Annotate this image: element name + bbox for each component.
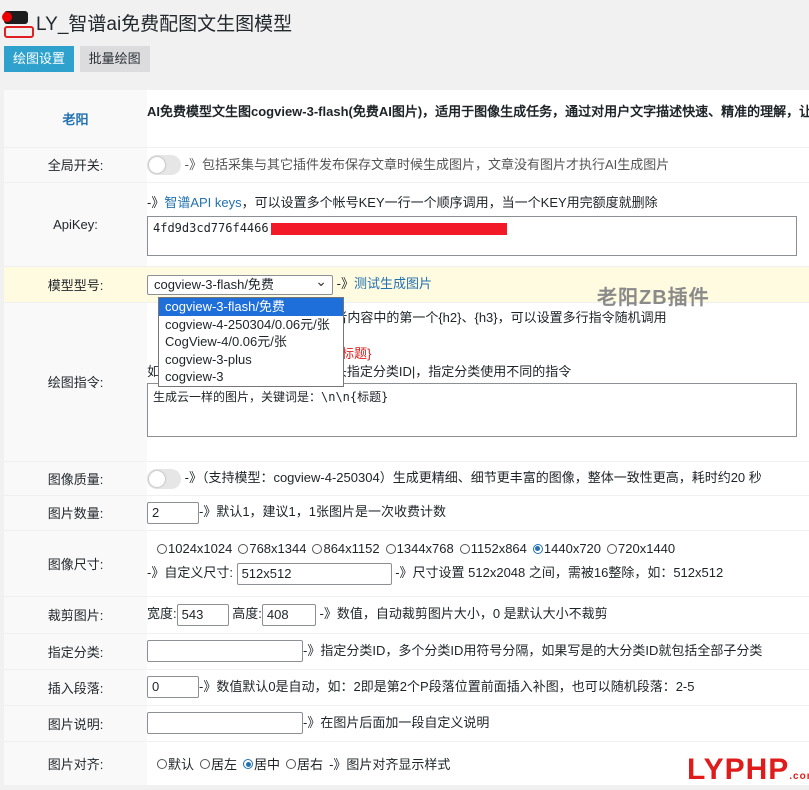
radio-icon[interactable]	[238, 543, 249, 554]
align-option-label: 居中	[254, 756, 281, 772]
model-dropdown-list: cogview-3-flash/免费 cogview-4-250304/0.06元…	[158, 297, 344, 387]
global-switch-desc: -》包括采集与其它插件发布保存文章时候生成图片，文章没有图片才执行AI生成图片	[184, 156, 670, 172]
model-option[interactable]: cogview-3	[159, 368, 343, 386]
size-option[interactable]: 1440x720	[532, 541, 602, 557]
prompt-textarea[interactable]: 生成云一样的图片，关键词是：\n\n{标题}	[147, 382, 797, 437]
settings-form: 老阳 AI免费模型文生图cogview-3-flash(免费AI图片)，适用于图…	[4, 90, 809, 786]
size-option[interactable]: 720x1440	[607, 541, 675, 556]
size-option-label: 1440x720	[543, 541, 602, 557]
page-header: LY_智谱ai免费配图文生图模型	[0, 0, 809, 44]
insert-paragraph-input[interactable]: 0	[147, 676, 199, 699]
radio-icon[interactable]	[200, 759, 211, 770]
size-option-label: 720x1440	[618, 541, 676, 557]
align-option[interactable]: 居左	[200, 757, 237, 772]
align-option[interactable]: 居中	[243, 757, 280, 772]
tab-draw-settings[interactable]: 绘图设置	[4, 46, 75, 72]
crop-height-label: 高度:	[232, 606, 262, 622]
tab-bar: 绘图设置 批量绘图	[4, 46, 152, 72]
apikey-value: 4fd9d3cd776f4466	[153, 221, 269, 235]
radio-icon[interactable]	[243, 759, 254, 770]
radio-icon[interactable]	[157, 543, 167, 554]
insert-desc: -》数值默认0是自动，如：2即是第2个P段落位置前面插入补图，也可以随机段落：2…	[199, 678, 695, 694]
model-select[interactable]: cogview-3-flash/免费	[147, 272, 333, 295]
size-option[interactable]: 1152x864	[459, 541, 527, 557]
crop-width-label: 宽度:	[147, 606, 177, 622]
crop-label: 裁剪图片:	[4, 596, 147, 634]
model-arrow: -》	[336, 276, 354, 292]
size-option-label: 1152x864	[470, 541, 527, 557]
align-desc: -》图片对齐显示样式	[329, 756, 451, 772]
crop-width-input[interactable]: 543	[176, 603, 229, 626]
radio-icon[interactable]	[607, 543, 618, 554]
zhipu-api-keys-link[interactable]: 智谱API keys	[164, 195, 241, 210]
align-option-label: 默认	[168, 756, 195, 772]
category-input[interactable]	[147, 640, 303, 663]
global-switch-label: 全局开关:	[4, 147, 147, 183]
size-radio-group: 1024x1024 768x1344 864x1152 1344x768 1152x86…	[147, 541, 809, 556]
quality-desc: -》（支持模型：cogview-4-250304）生成更精细、细节更丰富的图像，…	[184, 470, 762, 486]
radio-icon[interactable]	[385, 543, 396, 554]
model-option[interactable]: cogview-3-flash/免费	[159, 298, 343, 316]
align-option-label: 居右	[297, 756, 324, 772]
size-option[interactable]: 768x1344	[238, 541, 306, 556]
model-option[interactable]: cogview-4-250304/0.06元/张	[159, 316, 343, 334]
corner-watermark-logo: LYPHP.com	[687, 753, 809, 786]
radio-icon[interactable]	[459, 543, 470, 554]
radio-icon[interactable]	[312, 543, 323, 554]
custom-size-label: -》自定义尺寸:	[147, 565, 233, 581]
apikey-label: ApiKey:	[4, 182, 147, 267]
size-label: 图像尺寸:	[4, 530, 147, 597]
model-label: 模型型号:	[4, 266, 147, 303]
apikey-desc: ，可以设置多个帐号KEY一行一个顺序调用，当一个KEY用完额度就删除	[241, 195, 658, 210]
page-title: LY_智谱ai免费配图文生图模型	[36, 14, 293, 35]
align-radio-group: 默认 居左 居中 居右	[147, 757, 329, 772]
radio-icon[interactable]	[286, 759, 297, 770]
count-label: 图片数量:	[4, 495, 147, 531]
author-name: 老阳	[62, 111, 89, 127]
align-option[interactable]: 居右	[286, 757, 323, 772]
author-cell: 老阳	[4, 90, 147, 148]
tab-batch-draw[interactable]: 批量绘图	[79, 46, 150, 72]
size-option-label: 864x1152	[323, 541, 380, 557]
caption-input[interactable]	[147, 712, 303, 735]
intro-description: AI免费模型文生图cogview-3-flash(免费AI图片)，适用于图像生成…	[147, 104, 809, 119]
custom-size-desc: -》尺寸设置 512x2048 之间，需被16整除，如：512x512	[395, 565, 724, 581]
size-option[interactable]: 864x1152	[312, 541, 380, 557]
crop-height-input[interactable]: 408	[261, 603, 316, 626]
size-option[interactable]: 1024x1024	[157, 541, 232, 556]
plugin-logo-icon	[2, 9, 36, 41]
prompt-label: 绘图指令:	[4, 302, 147, 462]
category-label: 指定分类:	[4, 633, 147, 670]
redacted-key-bar	[270, 222, 507, 235]
caption-label: 图片说明:	[4, 705, 147, 742]
watermark-text: 老阳ZB插件	[597, 287, 710, 309]
model-option[interactable]: cogview-3-plus	[159, 351, 343, 369]
insert-label: 插入段落:	[4, 669, 147, 706]
radio-icon[interactable]	[532, 543, 543, 554]
quality-label: 图像质量:	[4, 461, 147, 496]
quality-toggle[interactable]	[147, 468, 181, 489]
size-option[interactable]: 1344x768	[385, 541, 454, 557]
size-option-label: 1344x768	[396, 541, 454, 557]
model-option[interactable]: CogView-4/0.06元/张	[159, 333, 343, 351]
align-option[interactable]: 默认	[157, 757, 194, 772]
crop-desc: -》数值，自动裁剪图片大小，0 是默认大小不裁剪	[319, 606, 608, 622]
category-desc: -》指定分类ID，多个分类ID用符号分隔，如果写是的大分类ID就包括全部子分类	[303, 642, 763, 658]
size-option-label: 768x1344	[249, 541, 307, 557]
size-option-label: 1024x1024	[168, 541, 233, 557]
global-switch-toggle[interactable]	[147, 155, 181, 176]
align-label: 图片对齐:	[4, 741, 147, 786]
image-count-input[interactable]: 2	[147, 501, 199, 524]
apikey-textarea[interactable]: 4fd9d3cd776f4466	[147, 216, 797, 256]
apikey-arrow: -》	[147, 195, 165, 210]
caption-desc: -》在图片后面加一段自定义说明	[303, 714, 490, 730]
align-option-label: 居左	[211, 756, 238, 772]
radio-icon[interactable]	[157, 759, 167, 770]
test-generate-link[interactable]: 测试生成图片	[354, 276, 432, 291]
count-desc: -》默认1，建议1，1张图片是一次收费计数	[199, 504, 447, 520]
custom-size-input[interactable]: 512x512	[236, 562, 392, 585]
